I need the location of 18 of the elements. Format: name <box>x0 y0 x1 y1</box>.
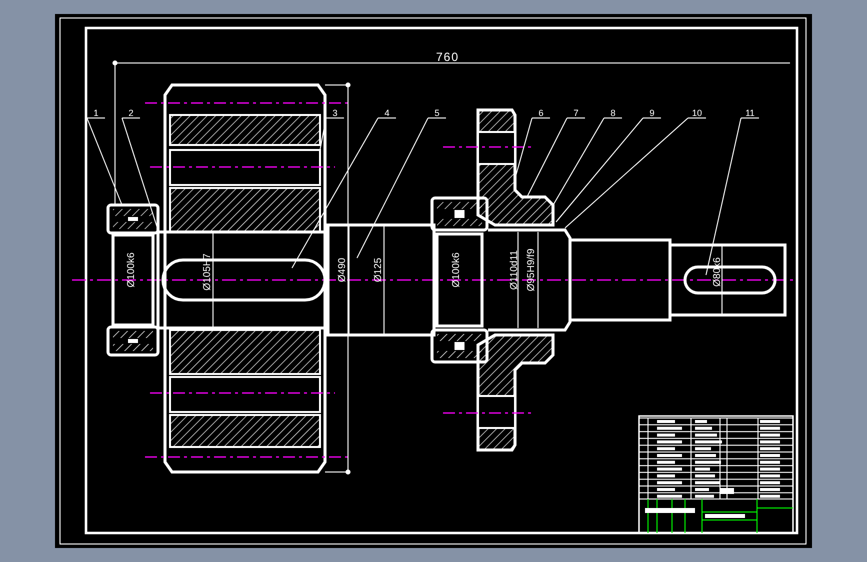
balloon-number: 5 <box>434 108 440 118</box>
dimension-text: Ø95H9/f9 <box>526 248 537 292</box>
dimension-text: Ø125 <box>373 258 384 282</box>
balloon-number: 9 <box>650 108 654 118</box>
balloon-number: 1 <box>94 108 98 118</box>
balloon-number: 8 <box>610 108 616 118</box>
balloon-number: 6 <box>538 108 544 118</box>
dimension-text: Ø100k6 <box>451 252 462 288</box>
balloon-number: 4 <box>384 108 390 118</box>
balloon-number: 11 <box>745 108 755 118</box>
dimension-text: Ø110d11 <box>509 250 520 290</box>
dimension-text: 760 <box>436 50 460 64</box>
dimension-text: Ø100k6 <box>126 252 137 288</box>
balloon-number: 3 <box>332 108 338 118</box>
balloon-number: 10 <box>692 108 702 118</box>
dimension-text: Ø490 <box>337 258 348 282</box>
balloon-number: 2 <box>128 108 134 118</box>
balloon-number: 7 <box>574 108 578 118</box>
